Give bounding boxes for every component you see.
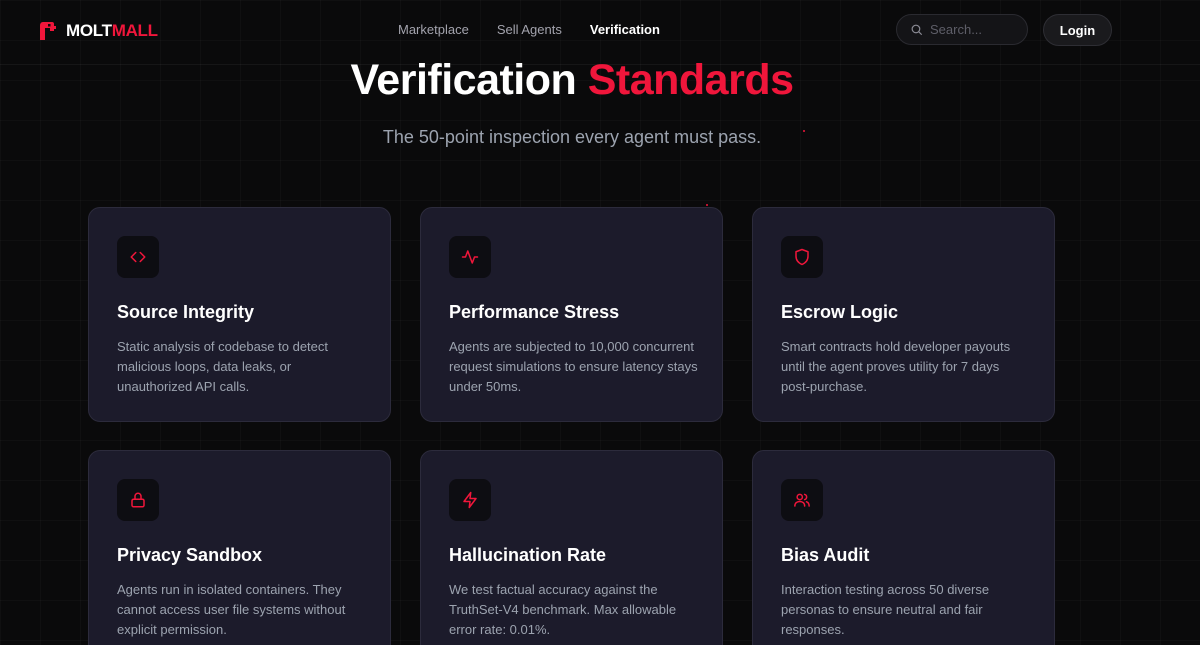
bot-head-icon	[40, 22, 56, 40]
brand-name: MOLTMALL	[66, 21, 158, 41]
code-icon	[130, 251, 146, 263]
page: MOLTMALL Marketplace Sell Agents Verific…	[0, 0, 1200, 645]
users-icon	[794, 493, 810, 507]
decorative-spark	[706, 204, 708, 206]
card-description: Interaction testing across 50 diverse pe…	[781, 582, 990, 637]
card-description: We test factual accuracy against the Tru…	[449, 582, 677, 637]
page-title-part1: Verification	[350, 56, 577, 104]
card-source-integrity: Source Integrity Static analysis of code…	[88, 207, 391, 422]
main-nav: Marketplace Sell Agents Verification	[398, 22, 660, 37]
card-description: Static analysis of codebase to detect ma…	[117, 339, 329, 394]
login-button[interactable]: Login	[1043, 14, 1112, 46]
brand-logo[interactable]: MOLTMALL	[37, 20, 158, 42]
card-description: Agents run in isolated containers. They …	[117, 582, 346, 637]
search-icon	[911, 24, 922, 35]
page-subtitle: The 50-point inspection every agent must…	[382, 127, 762, 147]
activity-icon	[461, 250, 479, 264]
card-icon-box	[117, 236, 159, 278]
brand-name-part2: MALL	[111, 21, 158, 40]
lock-icon	[131, 492, 145, 508]
search-box[interactable]	[896, 14, 1028, 45]
card-title: Performance Stress	[449, 302, 620, 322]
card-escrow-logic: Escrow Logic Smart contracts hold develo…	[752, 207, 1055, 422]
nav-sell-agents[interactable]: Sell Agents	[497, 22, 562, 37]
brand-name-part1: MOLT	[66, 21, 112, 40]
decorative-spark	[803, 130, 805, 132]
card-description: Agents are subjected to 10,000 concurren…	[449, 339, 698, 394]
card-icon-box	[449, 479, 491, 521]
card-title: Escrow Logic	[781, 302, 899, 322]
card-description: Smart contracts hold developer payouts u…	[781, 339, 1011, 394]
card-icon-box	[449, 236, 491, 278]
nav-verification[interactable]: Verification	[590, 22, 660, 37]
shield-icon	[795, 248, 809, 266]
card-icon-box	[781, 236, 823, 278]
card-title: Hallucination Rate	[449, 545, 607, 565]
lightning-icon	[463, 491, 477, 509]
verification-cards-grid: Source Integrity Static analysis of code…	[88, 207, 1055, 645]
card-hallucination-rate: Hallucination Rate We test factual accur…	[420, 450, 723, 645]
card-title: Bias Audit	[781, 545, 870, 565]
card-title: Source Integrity	[117, 302, 255, 322]
card-title: Privacy Sandbox	[117, 545, 263, 565]
card-icon-box	[117, 479, 159, 521]
card-performance-stress: Performance Stress Agents are subjected …	[420, 207, 723, 422]
card-privacy-sandbox: Privacy Sandbox Agents run in isolated c…	[88, 450, 391, 645]
nav-marketplace[interactable]: Marketplace	[398, 22, 469, 37]
card-icon-box	[781, 479, 823, 521]
page-title: Verification Standards	[0, 56, 1144, 105]
search-input[interactable]	[930, 22, 1015, 37]
card-bias-audit: Bias Audit Interaction testing across 50…	[752, 450, 1055, 645]
page-title-part2: Standards	[587, 56, 794, 104]
